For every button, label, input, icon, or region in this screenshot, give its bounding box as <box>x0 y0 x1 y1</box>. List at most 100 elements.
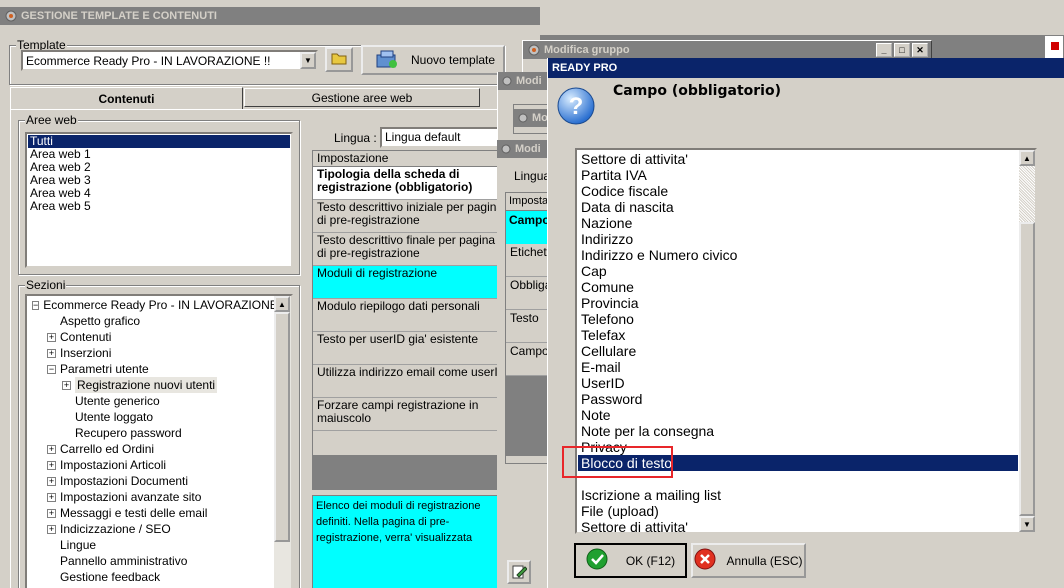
field-list-item[interactable]: Provincia <box>578 295 1018 311</box>
ok-button[interactable]: OK (F12) <box>574 543 687 578</box>
sezioni-tree[interactable]: − Ecommerce Ready Pro - IN LAVORAZIONE !!… <box>25 294 293 588</box>
field-list-item[interactable]: Settore di attivita' <box>578 519 1018 532</box>
field-list-item[interactable]: Telefax <box>578 327 1018 343</box>
tab-gestione-aree-web[interactable]: Gestione aree web <box>244 88 480 107</box>
child-grid-row[interactable]: Campo <box>506 343 551 376</box>
field-list-item[interactable]: UserID <box>578 375 1018 391</box>
field-list-item[interactable]: Note per la consegna <box>578 423 1018 439</box>
tree-scrollbar[interactable]: ▲ <box>274 296 291 588</box>
close-icon[interactable]: ✕ <box>912 43 928 57</box>
field-list-item[interactable]: Telefono <box>578 311 1018 327</box>
field-list-item[interactable]: Codice fiscale <box>578 183 1018 199</box>
expand-icon[interactable]: + <box>47 348 56 358</box>
child-grid-row[interactable]: Etichett <box>506 244 551 277</box>
template-select[interactable]: Ecommerce Ready Pro - IN LAVORAZIONE !! … <box>21 50 318 71</box>
field-list-item[interactable]: Comune <box>578 279 1018 295</box>
expand-icon[interactable]: + <box>47 508 56 518</box>
aree-web-item[interactable]: Area web 5 <box>28 200 290 213</box>
field-list-item[interactable]: Indirizzo <box>578 231 1018 247</box>
minimize-icon[interactable]: _ <box>876 43 892 57</box>
scroll-up-icon[interactable]: ▲ <box>274 296 290 312</box>
field-list-item[interactable]: Iscrizione a mailing list <box>578 487 1018 503</box>
description-text: Elenco dei moduli di registrazione defin… <box>316 500 481 544</box>
field-list-scrollbar[interactable]: ▲ ▼ <box>1019 150 1035 532</box>
tree-scroll-thumb[interactable] <box>274 312 290 542</box>
sezioni-label: Sezioni <box>25 278 67 292</box>
field-list-item[interactable]: File (upload) <box>578 503 1018 519</box>
settings-row[interactable]: Modulo riepilogo dati personali <box>313 299 511 332</box>
field-list-item[interactable]: Cap <box>578 263 1018 279</box>
field-list-scroll-thumb[interactable] <box>1019 222 1035 516</box>
tree-item[interactable]: + Registrazione nuovi utenti <box>29 377 274 393</box>
check-icon <box>586 548 608 573</box>
tree-item[interactable]: Gestione feedback <box>29 569 274 585</box>
settings-row[interactable]: Forzare campi registrazione in maiuscolo <box>313 398 511 431</box>
tree-item-label: Lingue <box>60 538 97 552</box>
child-grid-row[interactable]: Testo <box>506 310 551 343</box>
field-list-item[interactable]: Partita IVA <box>578 167 1018 183</box>
top-strip <box>0 0 1064 7</box>
maximize-icon[interactable]: □ <box>894 43 910 57</box>
collapse-icon[interactable]: − <box>47 364 56 374</box>
settings-row[interactable]: Utilizza indirizzo email come userID <box>313 365 511 398</box>
lingua-select[interactable]: Lingua default <box>380 127 510 148</box>
tree-item[interactable]: + Inserzioni <box>29 345 274 361</box>
tree-item[interactable]: Utente loggato <box>29 409 274 425</box>
field-list-item[interactable]: Settore di attivita' <box>578 151 1018 167</box>
field-list-item[interactable]: Data di nascita <box>578 199 1018 215</box>
settings-row[interactable]: Testo descrittivo finale per pagina di p… <box>313 233 511 266</box>
settings-row[interactable]: Moduli di registrazione <box>313 266 511 299</box>
child-window-3-title: Modi <box>515 143 541 155</box>
tree-item-label: Utente loggato <box>75 410 154 424</box>
child-grid-row[interactable]: Obbliga <box>506 277 551 310</box>
scroll-track[interactable] <box>1019 166 1035 222</box>
edit-button[interactable] <box>507 560 531 584</box>
tree-item[interactable]: Aspetto grafico <box>29 313 274 329</box>
tree-item[interactable]: Pannello amministrativo <box>29 553 274 569</box>
field-list-item[interactable]: E-mail <box>578 359 1018 375</box>
tree-item[interactable]: + Carrello ed Ordini <box>29 441 274 457</box>
tree-item[interactable]: Utente generico <box>29 393 274 409</box>
expand-icon[interactable]: + <box>47 476 56 486</box>
folder-button[interactable] <box>325 47 353 72</box>
tree-item[interactable]: + Impostazioni avanzate sito <box>29 489 274 505</box>
tree-item[interactable]: + Impostazioni Documenti <box>29 473 274 489</box>
scroll-down-icon[interactable]: ▼ <box>1019 516 1035 532</box>
expand-icon[interactable]: + <box>47 460 56 470</box>
cancel-icon <box>694 548 716 573</box>
tab-gestione-label: Gestione aree web <box>311 90 413 105</box>
field-list-item[interactable]: Cellulare <box>578 343 1018 359</box>
tree-item[interactable]: + Contenuti <box>29 329 274 345</box>
tab-contenuti[interactable]: Contenuti <box>10 87 243 110</box>
expand-icon[interactable]: + <box>47 492 56 502</box>
expand-icon[interactable]: + <box>47 524 56 534</box>
tree-item[interactable]: Recupero password <box>29 425 274 441</box>
tree-item[interactable]: + Indicizzazione / SEO <box>29 521 274 537</box>
app-icon <box>518 113 528 123</box>
aree-web-list[interactable]: Tutti Area web 1 Area web 2 Area web 3 A… <box>25 132 293 268</box>
child-grid-row[interactable]: Campo <box>506 211 551 244</box>
settings-row[interactable]: Testo descrittivo iniziale per pagina di… <box>313 200 511 233</box>
cancel-button[interactable]: Annulla (ESC) <box>691 543 806 578</box>
tree-item[interactable]: + Impostazioni Articoli <box>29 457 274 473</box>
tree-item[interactable]: + Messaggi e testi delle email <box>29 505 274 521</box>
chevron-down-icon[interactable]: ▼ <box>300 52 316 69</box>
field-list-item[interactable]: Note <box>578 407 1018 423</box>
tree-item[interactable]: − Ecommerce Ready Pro - IN LAVORAZIONE !! <box>29 297 288 313</box>
expand-icon[interactable]: + <box>47 332 56 342</box>
field-list-item[interactable]: Nazione <box>578 215 1018 231</box>
tree-item-label: Messaggi e testi delle email <box>60 506 208 520</box>
scroll-up-icon[interactable]: ▲ <box>1019 150 1035 166</box>
settings-row[interactable]: Testo per userID gia' esistente <box>313 332 511 365</box>
new-template-button[interactable]: Nuovo template <box>361 45 505 75</box>
expand-icon[interactable]: + <box>62 380 71 390</box>
tree-item[interactable]: Lingue <box>29 537 274 553</box>
expand-icon[interactable]: + <box>47 444 56 454</box>
app-icon <box>4 9 18 23</box>
field-list-item[interactable]: Password <box>578 391 1018 407</box>
field-list-item[interactable]: Indirizzo e Numero civico <box>578 247 1018 263</box>
collapse-icon[interactable]: − <box>32 300 40 310</box>
settings-row[interactable]: Tipologia della scheda di registrazione … <box>313 167 511 200</box>
description-box: Elenco dei moduli di registrazione defin… <box>312 495 512 588</box>
tree-item[interactable]: − Parametri utente <box>29 361 274 377</box>
